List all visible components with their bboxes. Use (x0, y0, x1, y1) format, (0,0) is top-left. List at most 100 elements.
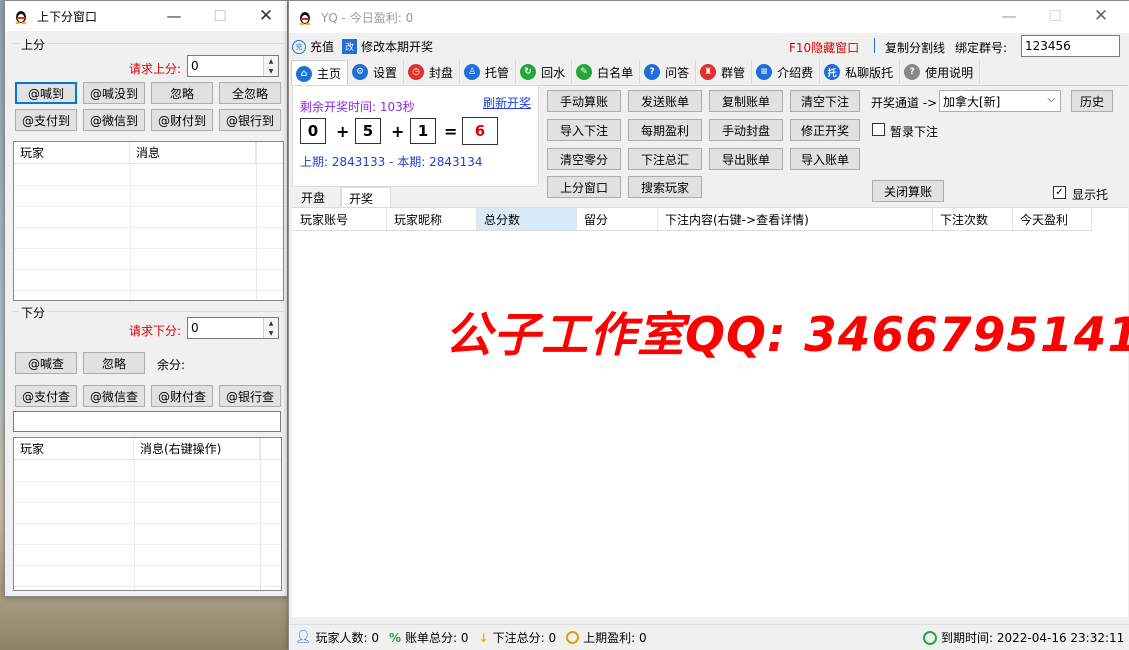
ignore-button[interactable]: 忽略 (151, 82, 213, 104)
balance-input[interactable] (13, 411, 281, 432)
col-account[interactable]: 玩家账号 (292, 208, 387, 230)
tab-help[interactable]: ? 使用说明 (900, 60, 981, 84)
col-player[interactable]: 玩家 (14, 142, 130, 163)
col-today-profit[interactable]: 今天盈利 (1013, 208, 1092, 230)
copy-bill-button[interactable]: 复制账单 (709, 90, 783, 112)
tag-icon: ✎ (576, 64, 593, 80)
request-up-input[interactable]: 0 ▲ ▼ (187, 55, 279, 77)
tab-home[interactable]: ⌂ 主页 (291, 60, 349, 86)
manual-close-button[interactable]: 手动封盘 (709, 119, 783, 141)
maximize-button[interactable]: ☐ (197, 1, 243, 31)
call-not-arrived-button[interactable]: @喊没到 (83, 82, 145, 104)
col-message-rightclick[interactable]: 消息(右键操作) (134, 438, 260, 459)
pause-bet-checkbox[interactable] (872, 123, 885, 136)
equals-sign: = (444, 122, 458, 141)
col-player[interactable]: 玩家 (14, 438, 134, 459)
col-bet-content[interactable]: 下注内容(右键->查看详情) (658, 208, 933, 230)
close-calc-button[interactable]: 关闭算账 (872, 180, 944, 202)
col-message[interactable]: 消息 (130, 142, 256, 163)
plus-sign: + (336, 122, 350, 141)
col-retained[interactable]: 留分 (577, 208, 658, 230)
person-icon: 👤︎ (295, 630, 312, 645)
col-total-score[interactable]: 总分数 (477, 208, 577, 230)
subtab-draw[interactable]: 开奖 (341, 187, 391, 208)
refresh-draw-link[interactable]: 刷新开奖 (483, 94, 531, 111)
status-bill-total: % 账单总分: 0 (389, 630, 469, 646)
bank-arrived-button[interactable]: @银行到 (219, 109, 281, 131)
search-player-button[interactable]: 搜索玩家 (628, 176, 702, 198)
request-down-input[interactable]: 0 ▲ ▼ (187, 317, 279, 339)
show-bots-checkbox[interactable]: ✓ (1053, 186, 1066, 199)
ignore-all-button[interactable]: 全忽略 (219, 82, 281, 104)
tenpay-check-button[interactable]: @财付查 (151, 385, 213, 407)
tab-tag[interactable]: ✎ 白名单 (572, 60, 641, 84)
tab-user[interactable]: ♙ 托管 (460, 60, 517, 84)
copy-split-link[interactable]: 复制分割线 (885, 39, 945, 56)
up-request-grid[interactable]: 玩家 消息 (13, 141, 284, 301)
wechat-check-button[interactable]: @微信查 (83, 385, 145, 407)
tab-label: 使用说明 (925, 65, 974, 80)
period-profit-button[interactable]: 每期盈利 (628, 119, 702, 141)
hide-window-link[interactable]: F10隐藏窗口 (789, 39, 859, 56)
main-grid[interactable]: 玩家账号 玩家昵称 总分数 留分 下注内容(右键->查看详情) 下注次数 今天盈… (292, 207, 1128, 617)
alipay-check-button[interactable]: @支付查 (15, 385, 77, 407)
col-nickname[interactable]: 玩家昵称 (387, 208, 477, 230)
request-up-stepper[interactable]: ▲ ▼ (263, 56, 278, 76)
grid-header: 玩家 消息(右键操作) (14, 438, 281, 460)
chat-icon: 托 (824, 64, 841, 80)
export-bill-button[interactable]: 导出账单 (709, 148, 783, 170)
tab-refresh[interactable]: ↻ 回水 (516, 60, 573, 84)
import-bets-button[interactable]: 导入下注 (547, 119, 621, 141)
up-arrow-icon[interactable]: ▲ (264, 318, 278, 328)
close-button[interactable]: ✕ (243, 1, 289, 31)
col-bet-count[interactable]: 下注次数 (933, 208, 1013, 230)
bank-check-button[interactable]: @银行查 (219, 385, 281, 407)
channel-select[interactable]: 加拿大[新] ⌵ (939, 90, 1061, 112)
tab-clock[interactable]: ◷ 封盘 (404, 60, 461, 84)
tab-label: 封盘 (429, 65, 454, 80)
down-ignore-button[interactable]: 忽略 (83, 352, 145, 374)
tab-doc[interactable]: ≡ 介绍费 (752, 60, 821, 84)
up-down-titlebar[interactable]: 上下分窗口 — ☐ ✕ (5, 1, 287, 31)
down-arrow-icon[interactable]: ▼ (264, 328, 278, 338)
minimize-button[interactable]: — (151, 1, 197, 31)
tab-label: 白名单 (597, 65, 634, 80)
send-bill-button[interactable]: 发送账单 (628, 90, 702, 112)
request-down-stepper[interactable]: ▲ ▼ (263, 318, 278, 338)
clear-zero-button[interactable]: 清空零分 (547, 148, 621, 170)
tenpay-arrived-button[interactable]: @财付到 (151, 109, 213, 131)
main-titlebar[interactable]: YQ - 今日盈利: 0 — ☐ ✕ (289, 1, 1129, 33)
call-arrived-button[interactable]: @喊到 (15, 82, 77, 104)
bet-summary-button[interactable]: 下注总汇 (628, 148, 702, 170)
fix-draw-button[interactable]: 修正开奖 (790, 119, 860, 141)
clear-bets-button[interactable]: 清空下注 (790, 90, 860, 112)
history-button[interactable]: 历史 (1071, 90, 1113, 112)
alipay-arrived-button[interactable]: @支付到 (15, 109, 77, 131)
down-request-grid[interactable]: 玩家 消息(右键操作) (13, 437, 282, 591)
user-icon: ♙ (464, 64, 481, 80)
minimize-button[interactable]: — (986, 1, 1032, 31)
manual-calc-button[interactable]: 手动算账 (547, 90, 621, 112)
bind-group-input[interactable]: 123456 (1021, 35, 1120, 57)
up-down-window: 上下分窗口 — ☐ ✕ 上分 请求上分: 0 ▲ ▼ @喊到 @喊没到 忽略 全忽… (4, 0, 288, 597)
down-arrow-icon[interactable]: ▼ (264, 66, 278, 76)
subtab-open[interactable]: 开盘 (292, 187, 341, 207)
up-window-button[interactable]: 上分窗口 (547, 176, 621, 198)
maximize-button[interactable]: ☐ (1032, 1, 1078, 31)
close-button[interactable]: ✕ (1078, 1, 1124, 31)
tab-group[interactable]: ♜ 群管 (696, 60, 753, 84)
period-label: 上期: 2843133 - 本期: 2843134 (300, 155, 483, 169)
modify-draw-link[interactable]: 改 修改本期开奖 (342, 38, 433, 55)
recharge-link[interactable]: 充 充值 (292, 38, 334, 55)
status-expire: 到期时间: 2022-04-16 23:32:11 (923, 629, 1124, 646)
call-check-button[interactable]: @喊查 (15, 352, 77, 374)
tab-question[interactable]: ? 问答 (640, 60, 697, 84)
request-up-label: 请求上分: (129, 62, 182, 76)
tab-gear[interactable]: ⚙ 设置 (348, 60, 405, 84)
status-bar: 👤︎ 玩家人数: 0 % 账单总分: 0 ↓ 下注总分: 0 上期盈利: 0 到… (289, 624, 1129, 650)
tab-chat[interactable]: 托私聊版托 (820, 60, 901, 84)
status-bet-total: ↓ 下注总分: 0 (478, 630, 557, 646)
up-arrow-icon[interactable]: ▲ (264, 56, 278, 66)
wechat-arrived-button[interactable]: @微信到 (83, 109, 145, 131)
import-bill-button[interactable]: 导入账单 (790, 148, 860, 170)
